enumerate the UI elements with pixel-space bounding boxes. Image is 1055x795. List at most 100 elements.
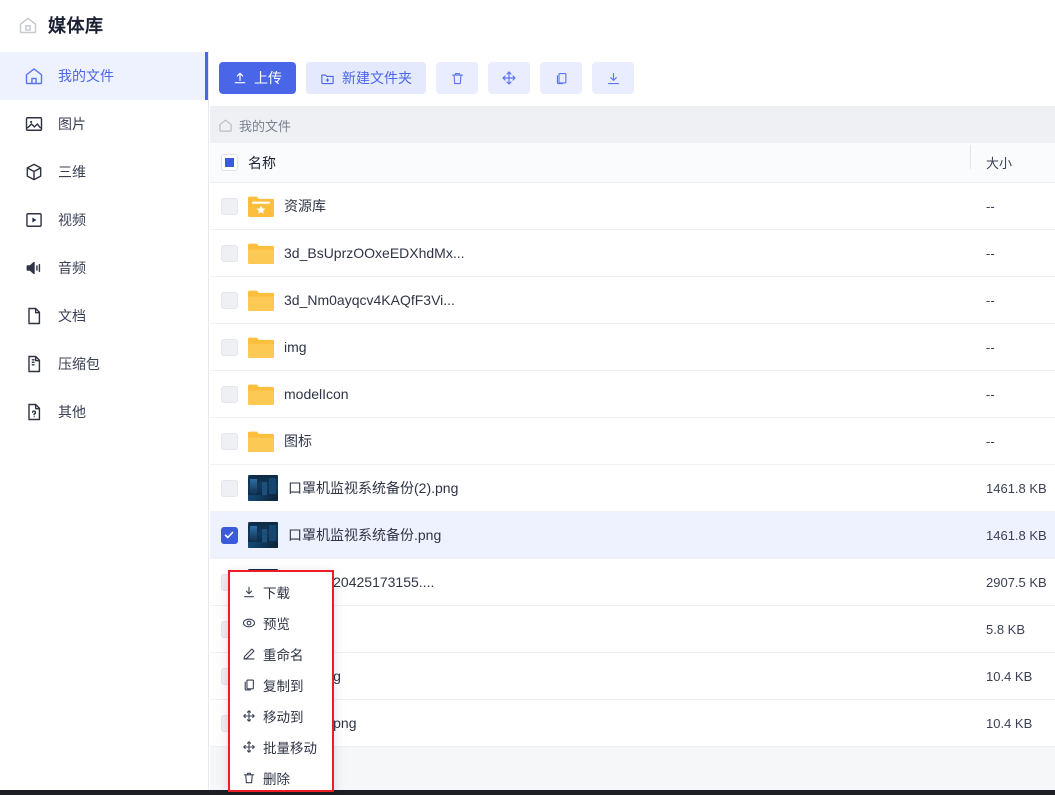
trash-icon — [242, 771, 256, 785]
select-all-checkbox[interactable] — [210, 154, 248, 171]
row-checkbox[interactable] — [210, 432, 248, 450]
sidebar-item-archive[interactable]: 压缩包 — [0, 340, 208, 388]
image-thumbnail — [248, 522, 278, 548]
sidebar-item-label: 其他 — [58, 404, 86, 420]
file-name: 3d_Nm0ayqcv4KAQfF3Vi... — [284, 292, 455, 308]
move-button[interactable] — [488, 62, 530, 94]
sidebar-item-label: 压缩包 — [58, 356, 100, 372]
file-name-cell[interactable]: 口罩机监视系统备份(2).png — [248, 475, 970, 501]
download-icon — [606, 71, 621, 86]
file-name-cell[interactable]: g — [248, 616, 970, 642]
table-row[interactable]: modelIcon -- — [210, 371, 1055, 418]
checkbox-checked-icon — [220, 526, 238, 544]
table-row[interactable]: 份 2.png 10.4 KB — [210, 653, 1055, 700]
file-size: 1461.8 KB — [986, 480, 1047, 496]
table-header-row: 名称 大小 — [210, 143, 1055, 183]
context-menu-item-batch-move[interactable]: 批量移动 — [230, 731, 332, 762]
sidebar-item-label: 视频 — [58, 212, 86, 228]
title-bar: 媒体库 — [0, 0, 1055, 50]
bottom-bar — [0, 790, 1055, 795]
file-size: -- — [986, 198, 995, 214]
row-checkbox[interactable] — [210, 244, 248, 262]
table-row[interactable]: 口罩机监视系统备份(2).png 1461.8 KB — [210, 465, 1055, 512]
table-row[interactable]: img -- — [210, 324, 1055, 371]
file-name-cell[interactable]: 图标 — [248, 431, 970, 452]
pencil-icon — [242, 647, 256, 661]
context-menu-item-download[interactable]: 下载 — [230, 576, 332, 607]
sidebar-item-label: 图片 — [58, 116, 86, 132]
folder-icon — [248, 290, 274, 311]
file-name-cell[interactable]: 3d_Nm0ayqcv4KAQfF3Vi... — [248, 290, 970, 311]
row-checkbox[interactable] — [210, 385, 248, 403]
row-checkbox[interactable] — [210, 526, 248, 544]
row-checkbox[interactable] — [210, 338, 248, 356]
file-name-cell[interactable]: 资源库 — [248, 196, 970, 217]
sidebar-item-images[interactable]: 图片 — [0, 100, 208, 148]
sidebar: 我的文件 图片 三维 视频 音频 文档 压缩包 其他 — [0, 50, 209, 791]
page-title: 媒体库 — [48, 16, 104, 36]
new-folder-button[interactable]: 新建文件夹 — [306, 62, 426, 94]
table-row[interactable]: 片_20220425173155.... 2907.5 KB — [210, 559, 1055, 606]
sidebar-item-label: 音频 — [58, 260, 86, 276]
file-name: img — [284, 339, 307, 355]
column-header-size[interactable]: 大小 — [970, 145, 1055, 172]
sidebar-item-other[interactable]: 其他 — [0, 388, 208, 436]
folder-icon — [248, 431, 274, 452]
column-header-name[interactable]: 名称 — [248, 153, 970, 173]
context-menu-item-copy-to[interactable]: 复制到 — [230, 669, 332, 700]
file-name-cell[interactable]: modelIcon — [248, 384, 970, 405]
breadcrumb[interactable]: 我的文件 — [210, 107, 1055, 143]
file-size: -- — [986, 386, 995, 402]
context-menu-item-preview[interactable]: 预览 — [230, 607, 332, 638]
sidebar-item-3d[interactable]: 三维 — [0, 148, 208, 196]
sidebar-item-my-files[interactable]: 我的文件 — [0, 52, 208, 100]
checkbox-off-icon — [220, 197, 238, 215]
new-folder-icon — [320, 71, 335, 86]
context-menu-item-delete[interactable]: 删除 — [230, 762, 332, 793]
breadcrumb-current: 我的文件 — [239, 118, 292, 134]
file-size: 10.4 KB — [986, 668, 1033, 684]
new-folder-button-label: 新建文件夹 — [342, 70, 412, 86]
checkbox-off-icon — [220, 479, 238, 497]
file-name: 口罩机监视系统备份.png — [288, 527, 442, 543]
copy-button[interactable] — [540, 62, 582, 94]
upload-button[interactable]: 上传 — [219, 62, 296, 94]
sidebar-item-audio[interactable]: 音频 — [0, 244, 208, 292]
main-panel: 上传 新建文件夹 我的文件 名称 大小 资源库 -- 3d_BsUprzOOxe… — [210, 50, 1055, 791]
context-menu-item-rename[interactable]: 重命名 — [230, 638, 332, 669]
table-row[interactable]: 3d_Nm0ayqcv4KAQfF3Vi... -- — [210, 277, 1055, 324]
folder-icon — [248, 337, 274, 358]
download-button[interactable] — [592, 62, 634, 94]
document-icon — [24, 306, 44, 326]
file-name-cell[interactable]: 口罩机监视系统备份.png — [248, 522, 970, 548]
home-icon — [218, 118, 233, 133]
checkbox-off-icon — [220, 244, 238, 262]
file-name-cell[interactable]: 份 2_1.png — [248, 710, 970, 736]
context-menu-item-label: 批量移动 — [263, 740, 317, 756]
other-file-icon — [24, 402, 44, 422]
sidebar-item-video[interactable]: 视频 — [0, 196, 208, 244]
table-row[interactable]: 份 2_1.png 10.4 KB — [210, 700, 1055, 747]
download-icon — [242, 585, 256, 599]
sidebar-item-documents[interactable]: 文档 — [0, 292, 208, 340]
table-row[interactable]: g 5.8 KB — [210, 606, 1055, 653]
file-name-cell[interactable]: img — [248, 337, 970, 358]
copy-icon — [242, 678, 256, 692]
row-checkbox[interactable] — [210, 197, 248, 215]
file-name-cell[interactable]: 片_20220425173155.... — [248, 569, 970, 595]
table-row[interactable]: 口罩机监视系统备份.png 1461.8 KB — [210, 512, 1055, 559]
checkbox-off-icon — [220, 432, 238, 450]
context-menu-item-label: 预览 — [263, 616, 290, 632]
table-row[interactable]: 图标 -- — [210, 418, 1055, 465]
table-row[interactable]: 3d_BsUprzOOxeEDXhdMx... -- — [210, 230, 1055, 277]
table-row[interactable]: 资源库 -- — [210, 183, 1055, 230]
file-name-cell[interactable]: 份 2.png — [248, 663, 970, 689]
context-menu-item-move-to[interactable]: 移动到 — [230, 700, 332, 731]
file-size: -- — [986, 245, 995, 261]
row-checkbox[interactable] — [210, 291, 248, 309]
video-icon — [24, 210, 44, 230]
row-checkbox[interactable] — [210, 479, 248, 497]
audio-icon — [24, 258, 44, 278]
delete-button[interactable] — [436, 62, 478, 94]
file-name-cell[interactable]: 3d_BsUprzOOxeEDXhdMx... — [248, 243, 970, 264]
